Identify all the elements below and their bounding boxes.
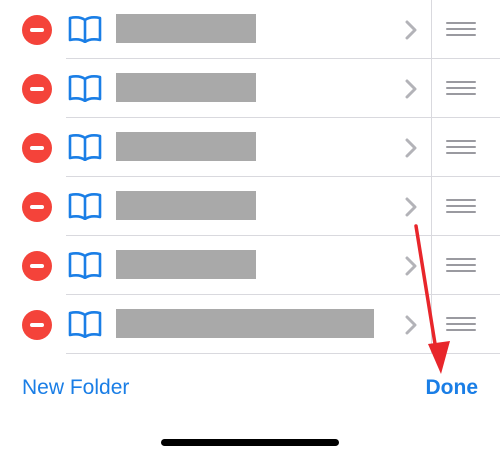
book-icon bbox=[68, 193, 102, 220]
bookmark-title-redacted[interactable] bbox=[116, 132, 256, 161]
book-icon bbox=[68, 75, 102, 102]
minus-circle-icon[interactable] bbox=[22, 192, 52, 222]
minus-circle-icon[interactable] bbox=[22, 74, 52, 104]
minus-circle-icon[interactable] bbox=[22, 15, 52, 45]
chevron-right-icon[interactable] bbox=[404, 20, 418, 40]
bookmark-title-redacted[interactable] bbox=[116, 250, 256, 279]
bookmark-row bbox=[0, 118, 500, 177]
minus-glyph bbox=[30, 264, 44, 268]
minus-glyph bbox=[30, 323, 44, 327]
column-separator bbox=[431, 118, 432, 177]
column-separator bbox=[431, 236, 432, 295]
bookmark-row bbox=[0, 0, 500, 59]
book-icon bbox=[68, 134, 102, 161]
chevron-right-icon[interactable] bbox=[404, 79, 418, 99]
chevron-right-icon[interactable] bbox=[404, 315, 418, 335]
chevron-right-icon[interactable] bbox=[404, 197, 418, 217]
column-separator bbox=[431, 0, 432, 59]
bookmark-row bbox=[0, 295, 500, 354]
done-button[interactable]: Done bbox=[426, 376, 479, 400]
minus-glyph bbox=[30, 205, 44, 209]
book-icon bbox=[68, 16, 102, 43]
column-separator bbox=[431, 177, 432, 236]
row-divider bbox=[66, 353, 500, 354]
book-icon bbox=[68, 252, 102, 279]
bookmarks-edit-screen: New Folder Done bbox=[0, 0, 500, 459]
new-folder-button[interactable]: New Folder bbox=[22, 376, 129, 400]
reorder-handle-icon[interactable] bbox=[446, 22, 476, 38]
reorder-handle-icon[interactable] bbox=[446, 81, 476, 97]
reorder-handle-icon[interactable] bbox=[446, 317, 476, 333]
minus-glyph bbox=[30, 146, 44, 150]
bookmark-list bbox=[0, 0, 500, 354]
bookmark-row bbox=[0, 59, 500, 118]
minus-glyph bbox=[30, 87, 44, 91]
minus-glyph bbox=[30, 28, 44, 32]
chevron-right-icon[interactable] bbox=[404, 138, 418, 158]
reorder-handle-icon[interactable] bbox=[446, 140, 476, 156]
reorder-handle-icon[interactable] bbox=[446, 258, 476, 274]
minus-circle-icon[interactable] bbox=[22, 133, 52, 163]
book-icon bbox=[68, 311, 102, 338]
bookmark-title-redacted[interactable] bbox=[116, 191, 256, 220]
minus-circle-icon[interactable] bbox=[22, 310, 52, 340]
bottom-toolbar: New Folder Done bbox=[0, 360, 500, 416]
bookmark-title-redacted[interactable] bbox=[116, 73, 256, 102]
reorder-handle-icon[interactable] bbox=[446, 199, 476, 215]
column-separator bbox=[431, 59, 432, 118]
bookmark-title-redacted[interactable] bbox=[116, 309, 374, 338]
bookmark-title-redacted[interactable] bbox=[116, 14, 256, 43]
home-indicator[interactable] bbox=[161, 439, 339, 446]
column-separator bbox=[431, 295, 432, 354]
minus-circle-icon[interactable] bbox=[22, 251, 52, 281]
bookmark-row bbox=[0, 177, 500, 236]
bookmark-row bbox=[0, 236, 500, 295]
chevron-right-icon[interactable] bbox=[404, 256, 418, 276]
